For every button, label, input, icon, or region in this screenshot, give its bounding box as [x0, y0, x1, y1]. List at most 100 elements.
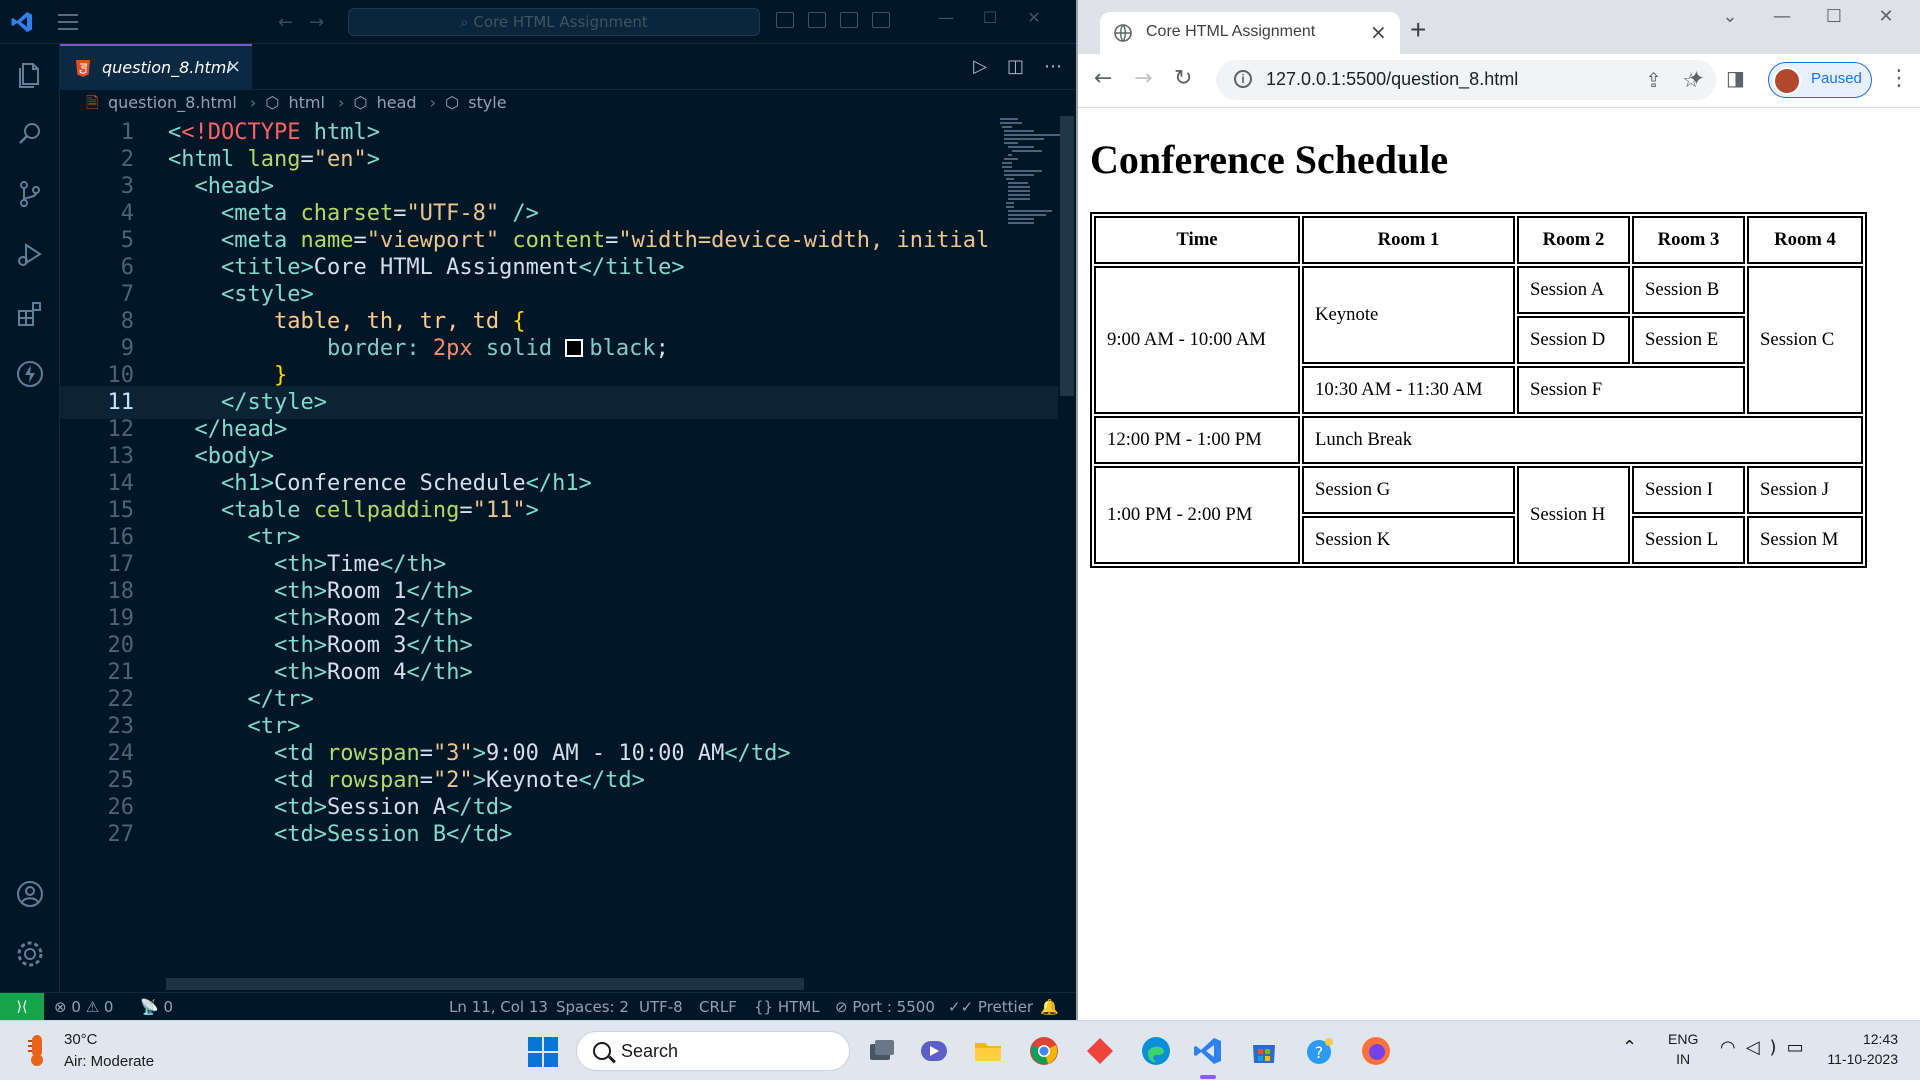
hamburger-menu-icon[interactable]: [58, 14, 78, 30]
code-token: <td>Session B</td>: [273, 822, 513, 847]
teams-chat-icon[interactable]: [918, 1035, 950, 1067]
editor-tabs: question_8.html × ▷ ◫ ⋯: [60, 44, 1076, 90]
close-icon[interactable]: ✕: [1860, 6, 1912, 27]
tab-label: question_8.html: [102, 58, 231, 77]
file-explorer-icon[interactable]: [972, 1035, 1004, 1067]
minimap[interactable]: [996, 116, 1060, 236]
problems-indicator[interactable]: ⊗ 0 ⚠ 0: [54, 998, 113, 1016]
profile-button[interactable]: Paused: [1768, 62, 1872, 98]
tab-close-icon[interactable]: ×: [1370, 20, 1387, 44]
back-arrow-icon[interactable]: ←: [1094, 66, 1112, 91]
tab-question-8[interactable]: question_8.html ×: [60, 44, 252, 90]
toggle-sidebar-icon[interactable]: [776, 12, 794, 28]
table-cell: Session F: [1517, 366, 1745, 414]
split-editor-icon[interactable]: ◫: [1007, 56, 1024, 77]
microsoft-store-icon[interactable]: [1248, 1035, 1280, 1067]
run-debug-icon[interactable]: [14, 238, 46, 270]
vscode-taskbar-icon[interactable]: [1192, 1035, 1224, 1067]
breadcrumb-html[interactable]: html: [288, 93, 324, 112]
browser-tab[interactable]: Core HTML Assignment ×: [1100, 12, 1400, 54]
cursor-position[interactable]: Ln 11, Col 13: [449, 998, 548, 1016]
block-icon: ⊘: [835, 998, 848, 1016]
chevron-right-icon: ›: [249, 93, 257, 112]
extensions-puzzle-icon[interactable]: ✦: [1688, 66, 1705, 90]
ports-indicator[interactable]: 📡 0: [140, 998, 173, 1016]
command-center-search[interactable]: ⌕ Core HTML Assignment: [348, 8, 760, 36]
maximize-icon[interactable]: ☐: [968, 8, 1012, 27]
firefox-icon[interactable]: [1360, 1035, 1392, 1067]
side-panel-icon[interactable]: ◨: [1726, 66, 1745, 90]
toggle-panel-icon[interactable]: [808, 12, 826, 28]
breadcrumb-file[interactable]: question_8.html: [108, 93, 237, 112]
live-server-port[interactable]: ⊘ Port : 5500: [835, 998, 935, 1016]
minimize-icon[interactable]: —: [1756, 6, 1808, 27]
browser-window-controls: ⌄ — ☐ ✕: [1704, 6, 1912, 27]
breadcrumb-style[interactable]: style: [468, 93, 506, 112]
line-endings[interactable]: CRLF: [699, 998, 737, 1016]
windows-start-icon[interactable]: [528, 1037, 558, 1067]
search-icon[interactable]: [14, 118, 46, 150]
vertical-scrollbar[interactable]: [1060, 116, 1074, 396]
error-icon: ⊗: [54, 998, 67, 1016]
back-arrow-icon[interactable]: ←: [278, 12, 309, 33]
language-mode[interactable]: {} HTML: [754, 998, 820, 1016]
chevron-right-icon: ›: [338, 93, 345, 112]
code-token: "width=device-width, initial: [618, 228, 990, 253]
tab-search-icon[interactable]: ⌄: [1704, 6, 1756, 27]
task-view-icon[interactable]: [866, 1035, 898, 1067]
table-cell: 9:00 AM - 10:00 AM: [1094, 266, 1300, 414]
prettier-status[interactable]: ✓✓ Prettier: [948, 998, 1033, 1016]
bell-icon[interactable]: 🔔: [1040, 998, 1059, 1016]
table-cell: Session C: [1747, 266, 1863, 414]
encoding[interactable]: UTF-8: [639, 998, 683, 1016]
thunder-client-icon[interactable]: [14, 358, 46, 390]
weather-temperature[interactable]: 30°C: [64, 1031, 98, 1048]
line-number: 27: [107, 822, 135, 847]
taskbar-search[interactable]: Search: [576, 1031, 850, 1071]
reload-icon[interactable]: ↻: [1174, 66, 1192, 91]
clock[interactable]: 12:43 11-10-2023: [1816, 1029, 1898, 1069]
address-bar[interactable]: i 127.0.0.1:5500/question_8.html ⇪ ☆: [1216, 60, 1716, 100]
table-cell: 10:30 AM - 11:30 AM: [1302, 366, 1515, 414]
breadcrumb-head[interactable]: head: [377, 93, 417, 112]
forward-arrow-icon[interactable]: →: [1134, 66, 1152, 91]
minimize-icon[interactable]: —: [924, 8, 968, 27]
forward-arrow-icon[interactable]: →: [309, 12, 340, 33]
run-icon[interactable]: ▷: [973, 56, 987, 77]
error-count: 0: [71, 998, 81, 1016]
language-label: HTML: [777, 998, 820, 1016]
get-help-icon[interactable]: ?: [1304, 1035, 1336, 1067]
breadcrumb: 🗎 question_8.html › ⬡ html › ⬡ head › ⬡ …: [86, 92, 511, 116]
maximize-icon[interactable]: ☐: [1808, 6, 1860, 27]
manage-gear-icon[interactable]: [14, 938, 46, 970]
weather-description[interactable]: Air: Moderate: [64, 1053, 154, 1070]
customize-layout-icon[interactable]: [872, 12, 890, 28]
chrome-icon[interactable]: [1028, 1035, 1060, 1067]
toggle-secondary-sidebar-icon[interactable]: [840, 12, 858, 28]
thermometer-icon[interactable]: [24, 1033, 50, 1067]
system-tray[interactable]: ◠◁)▭: [1720, 1037, 1814, 1058]
explorer-icon[interactable]: [14, 58, 46, 90]
edge-icon[interactable]: [1140, 1035, 1172, 1067]
close-icon[interactable]: ✕: [1012, 8, 1056, 27]
tab-close-icon[interactable]: ×: [226, 56, 241, 77]
input-language[interactable]: ENG IN: [1668, 1029, 1698, 1069]
header-room-2: Room 2: [1517, 216, 1630, 264]
site-info-icon[interactable]: i: [1234, 70, 1252, 88]
source-control-icon[interactable]: [14, 178, 46, 210]
layout-controls: [776, 12, 904, 32]
kebab-menu-icon[interactable]: ⋮: [1888, 66, 1910, 91]
code-editor[interactable]: 1 <<!DOCTYPE html> 2 <html lang="en"> 3 <h…: [60, 116, 1058, 992]
show-hidden-icons-chevron-icon[interactable]: ⌃: [1622, 1037, 1637, 1058]
indentation[interactable]: Spaces: 2: [556, 998, 629, 1016]
horizontal-scrollbar[interactable]: [166, 978, 804, 990]
accounts-icon[interactable]: [14, 878, 46, 910]
anydesk-icon[interactable]: [1084, 1035, 1116, 1067]
extensions-icon[interactable]: [14, 298, 46, 330]
remote-indicator-icon[interactable]: ⟩⟨: [0, 993, 44, 1021]
code-token: Room 1: [326, 579, 407, 604]
more-actions-icon[interactable]: ⋯: [1044, 56, 1062, 77]
color-swatch[interactable]: [565, 339, 584, 357]
new-tab-icon[interactable]: +: [1410, 14, 1426, 46]
share-icon[interactable]: ⇪: [1645, 68, 1662, 92]
